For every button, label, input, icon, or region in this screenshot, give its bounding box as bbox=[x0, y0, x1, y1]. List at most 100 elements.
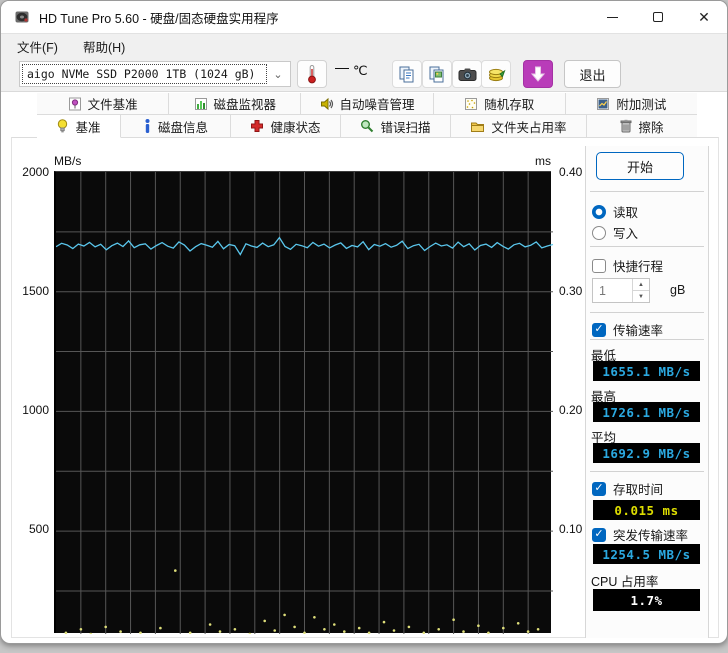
disk-monitor-icon bbox=[194, 97, 208, 111]
maximize-button[interactable] bbox=[635, 1, 681, 33]
tab-label: 磁盘监视器 bbox=[214, 94, 277, 113]
lightbulb-icon bbox=[56, 119, 69, 134]
benchmark-chart bbox=[54, 171, 551, 633]
app-logo-icon bbox=[14, 9, 30, 25]
menu-file[interactable]: 文件(F) bbox=[8, 34, 67, 59]
min-value-display: 1655.1 MB/s bbox=[593, 361, 700, 381]
speaker-icon bbox=[320, 97, 334, 111]
tab-error-scan[interactable]: 错误扫描 bbox=[341, 115, 451, 138]
transfer-rate-row[interactable]: ✓ 传输速率 bbox=[592, 320, 663, 339]
info-icon bbox=[143, 119, 152, 133]
separator bbox=[590, 471, 704, 472]
copy-image-icon bbox=[428, 65, 446, 83]
separator bbox=[590, 191, 704, 192]
menu-bar: 文件(F) 帮助(H) bbox=[1, 33, 727, 58]
access-time-row[interactable]: ✓ 存取时间 bbox=[592, 479, 663, 498]
minimize-icon bbox=[607, 17, 618, 18]
burst-rate-display: 1254.5 MB/s bbox=[593, 544, 700, 564]
thermometer-icon bbox=[306, 64, 318, 84]
tab-label: 擦除 bbox=[638, 117, 663, 136]
transfer-rate-label: 传输速率 bbox=[613, 320, 663, 339]
length-stepper[interactable]: ▲ ▼ bbox=[592, 278, 650, 303]
short-stroke-label: 快捷行程 bbox=[613, 256, 663, 275]
short-stroke-row[interactable]: 快捷行程 bbox=[592, 256, 663, 275]
ytick-2000: 2000 bbox=[9, 165, 49, 179]
tab-disk-info[interactable]: 磁盘信息 bbox=[121, 115, 231, 138]
tab-disk-monitor[interactable]: 磁盘监视器 bbox=[169, 93, 301, 114]
separator bbox=[590, 339, 704, 340]
write-radio[interactable] bbox=[592, 226, 606, 240]
tab-erase[interactable]: 擦除 bbox=[587, 115, 697, 138]
short-stroke-checkbox[interactable] bbox=[592, 259, 606, 273]
length-unit-label: gB bbox=[670, 283, 685, 297]
temperature-value bbox=[335, 68, 349, 69]
magnifier-icon bbox=[360, 119, 374, 133]
copy-image-button[interactable] bbox=[422, 60, 452, 88]
length-input[interactable] bbox=[593, 279, 632, 302]
tab-label: 磁盘信息 bbox=[158, 117, 208, 136]
ytick-1500: 1500 bbox=[9, 284, 49, 298]
benchmark-plot bbox=[56, 172, 553, 634]
trash-icon bbox=[620, 119, 632, 133]
tab-label: 附加测试 bbox=[616, 94, 666, 113]
tab-row-secondary: 文件基准 磁盘监视器 自动噪音管理 bbox=[37, 93, 697, 115]
stepper-down-button[interactable]: ▼ bbox=[633, 291, 649, 302]
read-radio-row[interactable]: 读取 bbox=[592, 202, 638, 221]
tab-label: 随机存取 bbox=[484, 94, 534, 113]
tab-file-benchmark[interactable]: 文件基准 bbox=[37, 93, 169, 114]
right-axis-title: ms bbox=[535, 154, 551, 168]
chevron-down-icon[interactable]: ⌄ bbox=[266, 68, 290, 81]
separator bbox=[590, 246, 704, 247]
copy-text-icon bbox=[398, 65, 416, 83]
burst-rate-label: 突发传输速率 bbox=[613, 525, 688, 544]
tab-label: 自动噪音管理 bbox=[340, 94, 415, 113]
extra-tests-icon bbox=[596, 97, 610, 111]
burst-rate-checkbox[interactable]: ✓ bbox=[592, 528, 606, 542]
exit-button[interactable]: 退出 bbox=[564, 60, 621, 88]
temperature-button[interactable] bbox=[297, 60, 327, 88]
red-cross-icon bbox=[250, 119, 264, 133]
cpu-usage-display: 1.7% bbox=[593, 589, 700, 611]
cpu-label: CPU 占用率 bbox=[591, 571, 658, 590]
close-icon: ✕ bbox=[698, 10, 710, 24]
read-radio[interactable] bbox=[592, 205, 606, 219]
tab-label: 基准 bbox=[75, 117, 100, 136]
app-window: HD Tune Pro 5.60 - 硬盘/固态硬盘实用程序 ✕ 文件(F) 帮… bbox=[0, 0, 728, 644]
tab-health[interactable]: 健康状态 bbox=[231, 115, 341, 138]
access-time-checkbox[interactable]: ✓ bbox=[592, 482, 606, 496]
drive-select-value: aigo NVMe SSD P2000 1TB (1024 gB) bbox=[23, 65, 266, 83]
camera-icon bbox=[458, 67, 477, 82]
transfer-rate-checkbox[interactable]: ✓ bbox=[592, 323, 606, 337]
menu-help[interactable]: 帮助(H) bbox=[74, 34, 134, 59]
close-button[interactable]: ✕ bbox=[681, 1, 727, 33]
burst-rate-row[interactable]: ✓ 突发传输速率 bbox=[592, 525, 688, 544]
stepper-up-button[interactable]: ▲ bbox=[633, 279, 649, 291]
maximize-icon bbox=[653, 12, 663, 22]
folder-icon bbox=[470, 120, 485, 133]
copy-text-button[interactable] bbox=[392, 60, 422, 88]
tab-label: 文件夹占用率 bbox=[491, 117, 566, 136]
drive-select-combobox[interactable]: aigo NVMe SSD P2000 1TB (1024 gB) ⌄ bbox=[19, 61, 291, 87]
exit-button-label: 退出 bbox=[579, 65, 605, 84]
write-radio-row[interactable]: 写入 bbox=[592, 223, 638, 242]
window-title: HD Tune Pro 5.60 - 硬盘/固态硬盘实用程序 bbox=[39, 8, 279, 27]
save-results-button[interactable] bbox=[481, 60, 511, 88]
ytick-1000: 1000 bbox=[9, 403, 49, 417]
tab-random-access[interactable]: 随机存取 bbox=[434, 93, 566, 114]
file-benchmark-icon bbox=[68, 97, 82, 111]
start-button[interactable]: 开始 bbox=[596, 152, 684, 180]
avg-value-display: 1692.9 MB/s bbox=[593, 443, 700, 463]
screenshot-button[interactable] bbox=[452, 60, 482, 88]
tab-benchmark[interactable]: 基准 bbox=[37, 115, 121, 138]
minimize-button[interactable] bbox=[589, 1, 635, 33]
tab-label: 健康状态 bbox=[270, 117, 320, 136]
tab-extra-tests[interactable]: 附加测试 bbox=[566, 93, 697, 114]
title-bar: HD Tune Pro 5.60 - 硬盘/固态硬盘实用程序 ✕ bbox=[1, 1, 727, 33]
tab-aam[interactable]: 自动噪音管理 bbox=[301, 93, 433, 114]
random-access-icon bbox=[464, 97, 478, 111]
save-results-icon bbox=[487, 65, 506, 83]
tab-folder-usage[interactable]: 文件夹占用率 bbox=[451, 115, 587, 138]
scroll-down-button[interactable] bbox=[523, 60, 553, 88]
write-radio-label: 写入 bbox=[613, 223, 638, 242]
tab-label: 错误扫描 bbox=[380, 117, 430, 136]
